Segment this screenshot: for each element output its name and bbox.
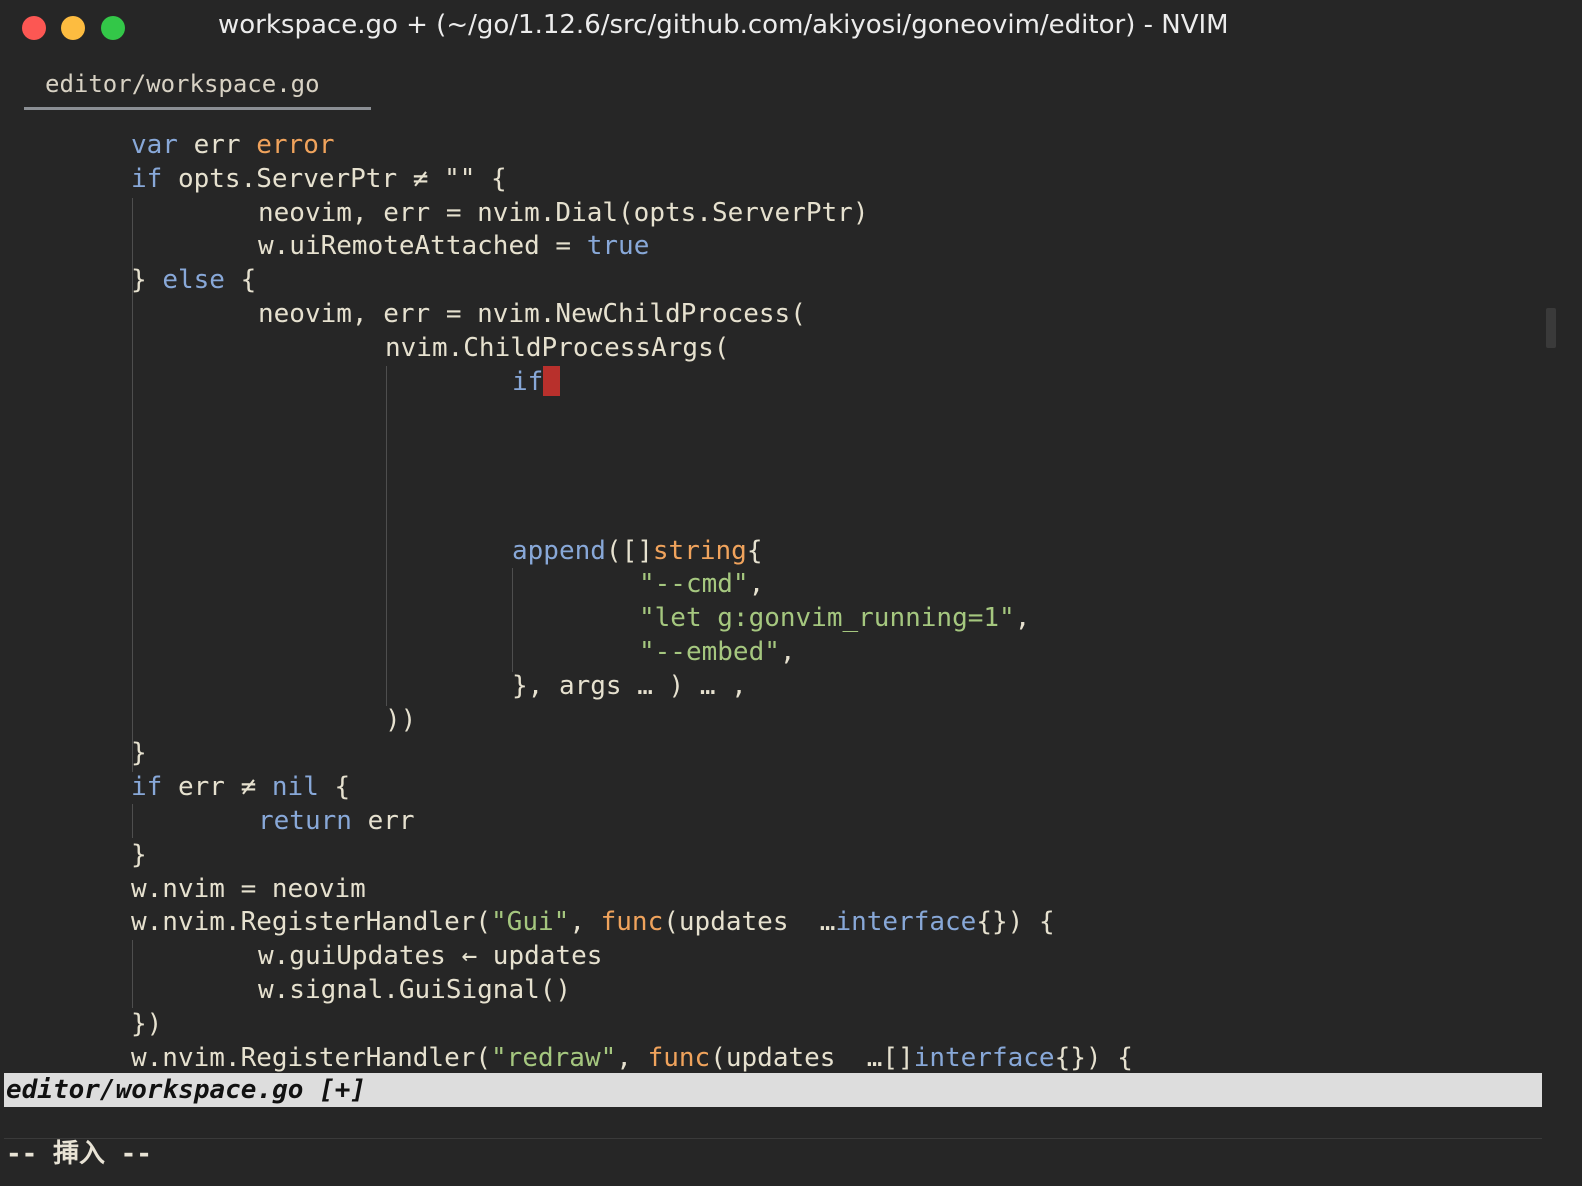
code-token: func (600, 907, 664, 937)
code-line: } else { (131, 263, 256, 297)
tab-label: editor/workspace.go (45, 70, 320, 98)
minimize-window-button[interactable] (61, 16, 85, 40)
code-token: nil (271, 772, 319, 802)
code-line: "--cmd", (639, 567, 764, 601)
code-line: return err (258, 804, 415, 838)
code-token: err ≠ (177, 772, 272, 802)
indent-guide (132, 804, 133, 838)
code-line: )) (385, 703, 416, 737)
code-token: } (131, 840, 147, 870)
code-token: , (779, 637, 796, 667)
close-window-button[interactable] (22, 16, 46, 40)
code-token: { (318, 772, 351, 802)
code-token: )) (385, 705, 417, 735)
code-token: } (131, 265, 163, 295)
code-line: }) (131, 1007, 162, 1041)
code-token: neovim, err = nvim.Dial(opts.ServerPtr) (258, 198, 869, 228)
code-token: (updates … (663, 907, 836, 937)
code-token: , (1014, 603, 1031, 633)
code-token: opts.ServerPtr ≠ "" { (177, 164, 507, 194)
code-token: , (569, 907, 601, 937)
window-title: workspace.go + (~/go/1.12.6/src/github.c… (218, 10, 1229, 40)
status-filename: editor/workspace.go [+] (6, 1075, 367, 1105)
tab-workspace-go[interactable]: editor/workspace.go (24, 62, 371, 110)
code-editor[interactable]: var err error if opts.ServerPtr ≠ "" {neo… (0, 128, 1546, 1072)
code-token: error (256, 130, 335, 160)
code-token: w.uiRemoteAttached = (258, 231, 587, 261)
code-token: "redraw" (491, 1043, 617, 1072)
indent-guide (132, 940, 133, 1008)
window-titlebar: workspace.go + (~/go/1.12.6/src/github.c… (0, 0, 1582, 56)
code-token: , (748, 569, 765, 599)
code-line: if (512, 365, 561, 399)
code-line: } (131, 736, 147, 770)
code-line: }, args … ) … , (512, 669, 747, 703)
code-line: nvim.ChildProcessArgs( (385, 331, 729, 365)
status-line: editor/workspace.go [+] (4, 1073, 1542, 1107)
code-token: nvim.ChildProcessArgs( (385, 333, 730, 363)
indent-guide (386, 366, 387, 706)
code-token: true (586, 231, 650, 261)
code-token: var (131, 130, 194, 160)
code-token: else (162, 265, 225, 295)
code-token: {}) { (1054, 1043, 1133, 1072)
code-token: "let g:gonvim_running=1" (639, 603, 1015, 633)
code-line: if err ≠ nil { (131, 770, 350, 804)
code-token: func (647, 1043, 711, 1072)
code-token: } (131, 738, 147, 768)
code-line: neovim, err = nvim.Dial(opts.ServerPtr) (258, 196, 868, 230)
code-token: "--cmd" (639, 569, 749, 599)
scrollbar-thumb[interactable] (1546, 308, 1556, 348)
code-line: if opts.ServerPtr ≠ "" { (131, 162, 507, 196)
code-token: err (351, 806, 415, 836)
code-line: w.signal.GuiSignal() (258, 973, 571, 1007)
code-token: return (258, 806, 352, 836)
code-token: { (746, 536, 763, 566)
code-token: w.nvim.RegisterHandler( (131, 907, 492, 937)
code-token: string (652, 536, 747, 566)
code-token: w.signal.GuiSignal() (258, 975, 572, 1005)
code-token: w.nvim = neovim (131, 874, 366, 904)
code-token: "--embed" (639, 637, 780, 667)
code-line: w.guiUpdates ← updates (258, 939, 602, 973)
code-line: w.nvim.RegisterHandler("Gui", func(updat… (131, 905, 1055, 939)
code-line: append([]string{ (512, 534, 762, 568)
code-token: w.guiUpdates ← updates (258, 941, 603, 971)
code-token: if (131, 164, 178, 194)
code-token: }) (131, 1009, 163, 1039)
code-token: if (512, 367, 544, 397)
code-token: interface (835, 907, 977, 937)
code-token: {}) { (976, 907, 1055, 937)
code-token: , (616, 1043, 648, 1072)
code-line: "let g:gonvim_running=1", (639, 601, 1030, 635)
code-line: } (131, 838, 147, 872)
code-token: if (131, 772, 178, 802)
code-line: neovim, err = nvim.NewChildProcess( (258, 297, 806, 331)
code-token: (updates …[] (710, 1043, 914, 1072)
code-token: ([] (605, 536, 653, 566)
code-line: w.nvim.RegisterHandler("redraw", func(up… (131, 1041, 1133, 1072)
mode-indicator: -- 挿入 -- (6, 1139, 152, 1169)
command-line-divider (4, 1138, 1542, 1139)
code-line: var err error (131, 128, 335, 162)
indent-guide (512, 568, 513, 672)
code-token: "Gui" (491, 907, 570, 937)
code-line: "--embed", (639, 635, 796, 669)
code-token: { (224, 265, 257, 295)
code-token: append (512, 536, 606, 566)
code-line: w.uiRemoteAttached = true (258, 229, 649, 263)
code-token: interface (913, 1043, 1055, 1072)
text-cursor (543, 366, 561, 396)
code-token: neovim, err = nvim.NewChildProcess( (258, 299, 806, 329)
code-line: w.nvim = neovim (131, 872, 366, 906)
code-token: }, args … ) … , (512, 671, 747, 701)
maximize-window-button[interactable] (101, 16, 125, 40)
code-token: err (193, 130, 257, 160)
code-token: w.nvim.RegisterHandler( (131, 1043, 492, 1072)
